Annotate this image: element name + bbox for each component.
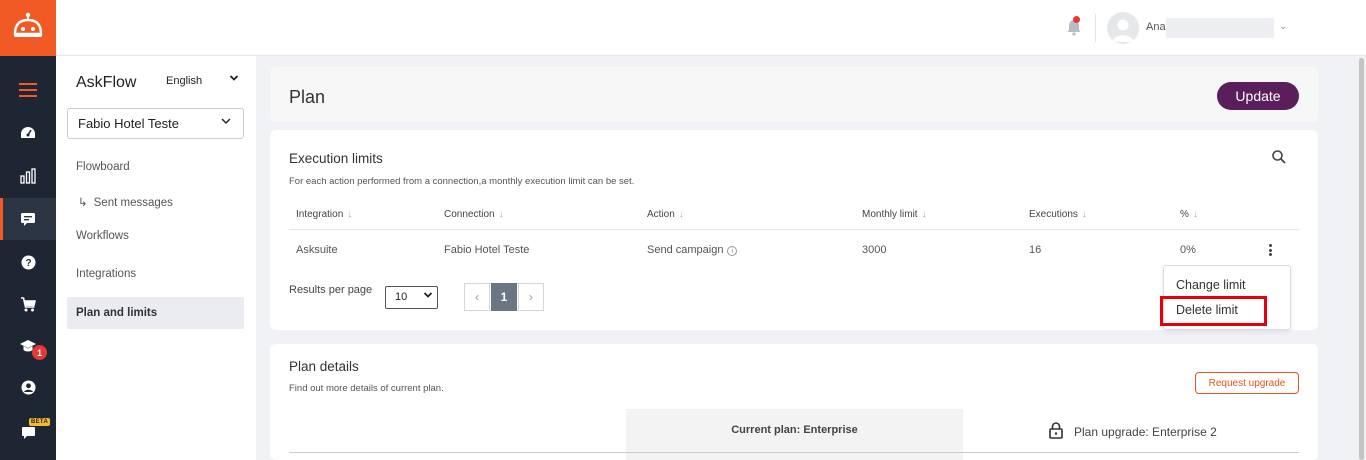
- sidebar-item-integrations[interactable]: Integrations: [76, 268, 136, 280]
- app-title: AskFlow: [76, 74, 137, 91]
- chevron-down-icon[interactable]: ⌄: [1279, 21, 1287, 32]
- avatar[interactable]: [1107, 12, 1139, 44]
- sidebar: AskFlow English Fabio Hotel Teste Flowbo…: [56, 56, 256, 460]
- dashboard-icon[interactable]: [0, 112, 56, 154]
- lock-icon: [1049, 422, 1063, 439]
- chevron-down-icon[interactable]: [229, 73, 239, 86]
- cell-integration: Asksuite: [296, 244, 338, 256]
- divider: [1095, 14, 1096, 42]
- column-header-monthly-limit[interactable]: Monthly limit ↓: [862, 209, 927, 220]
- table-divider: [289, 452, 1299, 453]
- results-per-page-select[interactable]: 10: [385, 286, 438, 309]
- section-subtitle: Find out more details of current plan.: [289, 383, 444, 394]
- cell-percent: 0%: [1180, 244, 1196, 256]
- more-vertical-icon[interactable]: [1265, 242, 1275, 258]
- plan-header-card: [270, 67, 1318, 122]
- sort-arrow-icon: ↓: [1081, 209, 1087, 220]
- cell-action: Send campaign i: [647, 244, 738, 256]
- column-header-integration[interactable]: Integration ↓: [296, 209, 352, 220]
- cell-connection: Fabio Hotel Teste: [444, 244, 530, 256]
- sidebar-item-sent-messages[interactable]: ↳ Sent messages: [78, 195, 173, 209]
- cell-executions: 16: [1029, 244, 1042, 256]
- sidebar-item-workflows[interactable]: Workflows: [76, 230, 129, 242]
- results-per-page-value: 10: [395, 291, 408, 303]
- sort-arrow-icon: ↓: [678, 209, 684, 220]
- chevron-down-icon: [220, 115, 232, 130]
- notification-dot: [1073, 16, 1080, 23]
- column-header-label: %: [1180, 209, 1189, 220]
- sidebar-item-plan-and-limits[interactable]: Plan and limits: [67, 297, 244, 329]
- beta-badge: BETA: [29, 418, 51, 426]
- upgrade-plan-label: Plan upgrade: Enterprise 2: [1074, 425, 1217, 439]
- column-header-executions[interactable]: Executions ↓: [1029, 209, 1087, 220]
- property-select[interactable]: Fabio Hotel Teste: [67, 108, 244, 139]
- column-header-label: Integration: [296, 209, 344, 220]
- icon-rail: ? 1 BETA: [0, 0, 56, 460]
- sort-arrow-icon: ↓: [347, 209, 353, 220]
- subitem-arrow-icon: ↳: [78, 197, 88, 209]
- cell-action-label: Send campaign: [647, 244, 724, 256]
- sort-arrow-icon: ↓: [1192, 209, 1198, 220]
- notification-badge: 1: [32, 345, 47, 360]
- column-header-label: Executions: [1029, 209, 1078, 220]
- user-name-redacted: [1166, 18, 1274, 38]
- update-button[interactable]: Update: [1217, 82, 1299, 110]
- column-header-label: Action: [647, 209, 675, 220]
- sidebar-item-label: Sent messages: [93, 197, 173, 209]
- column-header-label: Connection: [444, 209, 495, 220]
- sort-arrow-icon: ↓: [921, 209, 927, 220]
- user-name[interactable]: Ana: [1146, 21, 1166, 33]
- language-select[interactable]: English: [166, 75, 202, 87]
- column-header-percent[interactable]: % ↓: [1180, 209, 1198, 220]
- graduation-cap-icon[interactable]: [0, 325, 56, 367]
- column-header-connection[interactable]: Connection ↓: [444, 209, 504, 220]
- cell-monthly-limit: 3000: [862, 244, 887, 256]
- pagination-page-button[interactable]: 1: [491, 283, 517, 311]
- sort-arrow-icon: ↓: [498, 209, 504, 220]
- pagination-prev-button[interactable]: ‹: [464, 283, 490, 311]
- pagination-next-button[interactable]: ›: [518, 283, 544, 311]
- app-logo-icon[interactable]: [0, 0, 56, 56]
- property-select-value: Fabio Hotel Teste: [78, 116, 179, 131]
- current-plan-label: Current plan: Enterprise: [731, 424, 858, 436]
- highlight-box: [1160, 296, 1267, 326]
- section-title: Execution limits: [289, 151, 383, 166]
- scrollbar-thumb[interactable]: [1359, 58, 1364, 460]
- results-per-page-label: Results per page: [289, 284, 373, 296]
- column-header-action[interactable]: Action ↓: [647, 209, 684, 220]
- sidebar-item-flowboard[interactable]: Flowboard: [76, 161, 130, 173]
- menu-icon[interactable]: [0, 69, 56, 111]
- chat-icon[interactable]: [0, 198, 56, 240]
- section-title: Plan details: [289, 359, 359, 374]
- cart-icon[interactable]: [0, 283, 56, 325]
- table-divider: [289, 229, 1299, 230]
- help-icon[interactable]: ?: [0, 241, 56, 283]
- menu-item-change-limit[interactable]: Change limit: [1176, 278, 1245, 292]
- page-title: Plan: [289, 87, 326, 107]
- chart-icon[interactable]: [0, 155, 56, 197]
- chevron-down-icon: [423, 290, 433, 303]
- user-circle-icon[interactable]: [0, 366, 56, 408]
- info-icon[interactable]: i: [727, 246, 738, 256]
- column-header-label: Monthly limit: [862, 209, 918, 220]
- request-upgrade-button[interactable]: Request upgrade: [1195, 372, 1299, 394]
- section-subtitle: For each action performed from a connect…: [289, 176, 635, 187]
- svg-text:?: ?: [25, 258, 31, 269]
- search-icon[interactable]: [1271, 149, 1287, 165]
